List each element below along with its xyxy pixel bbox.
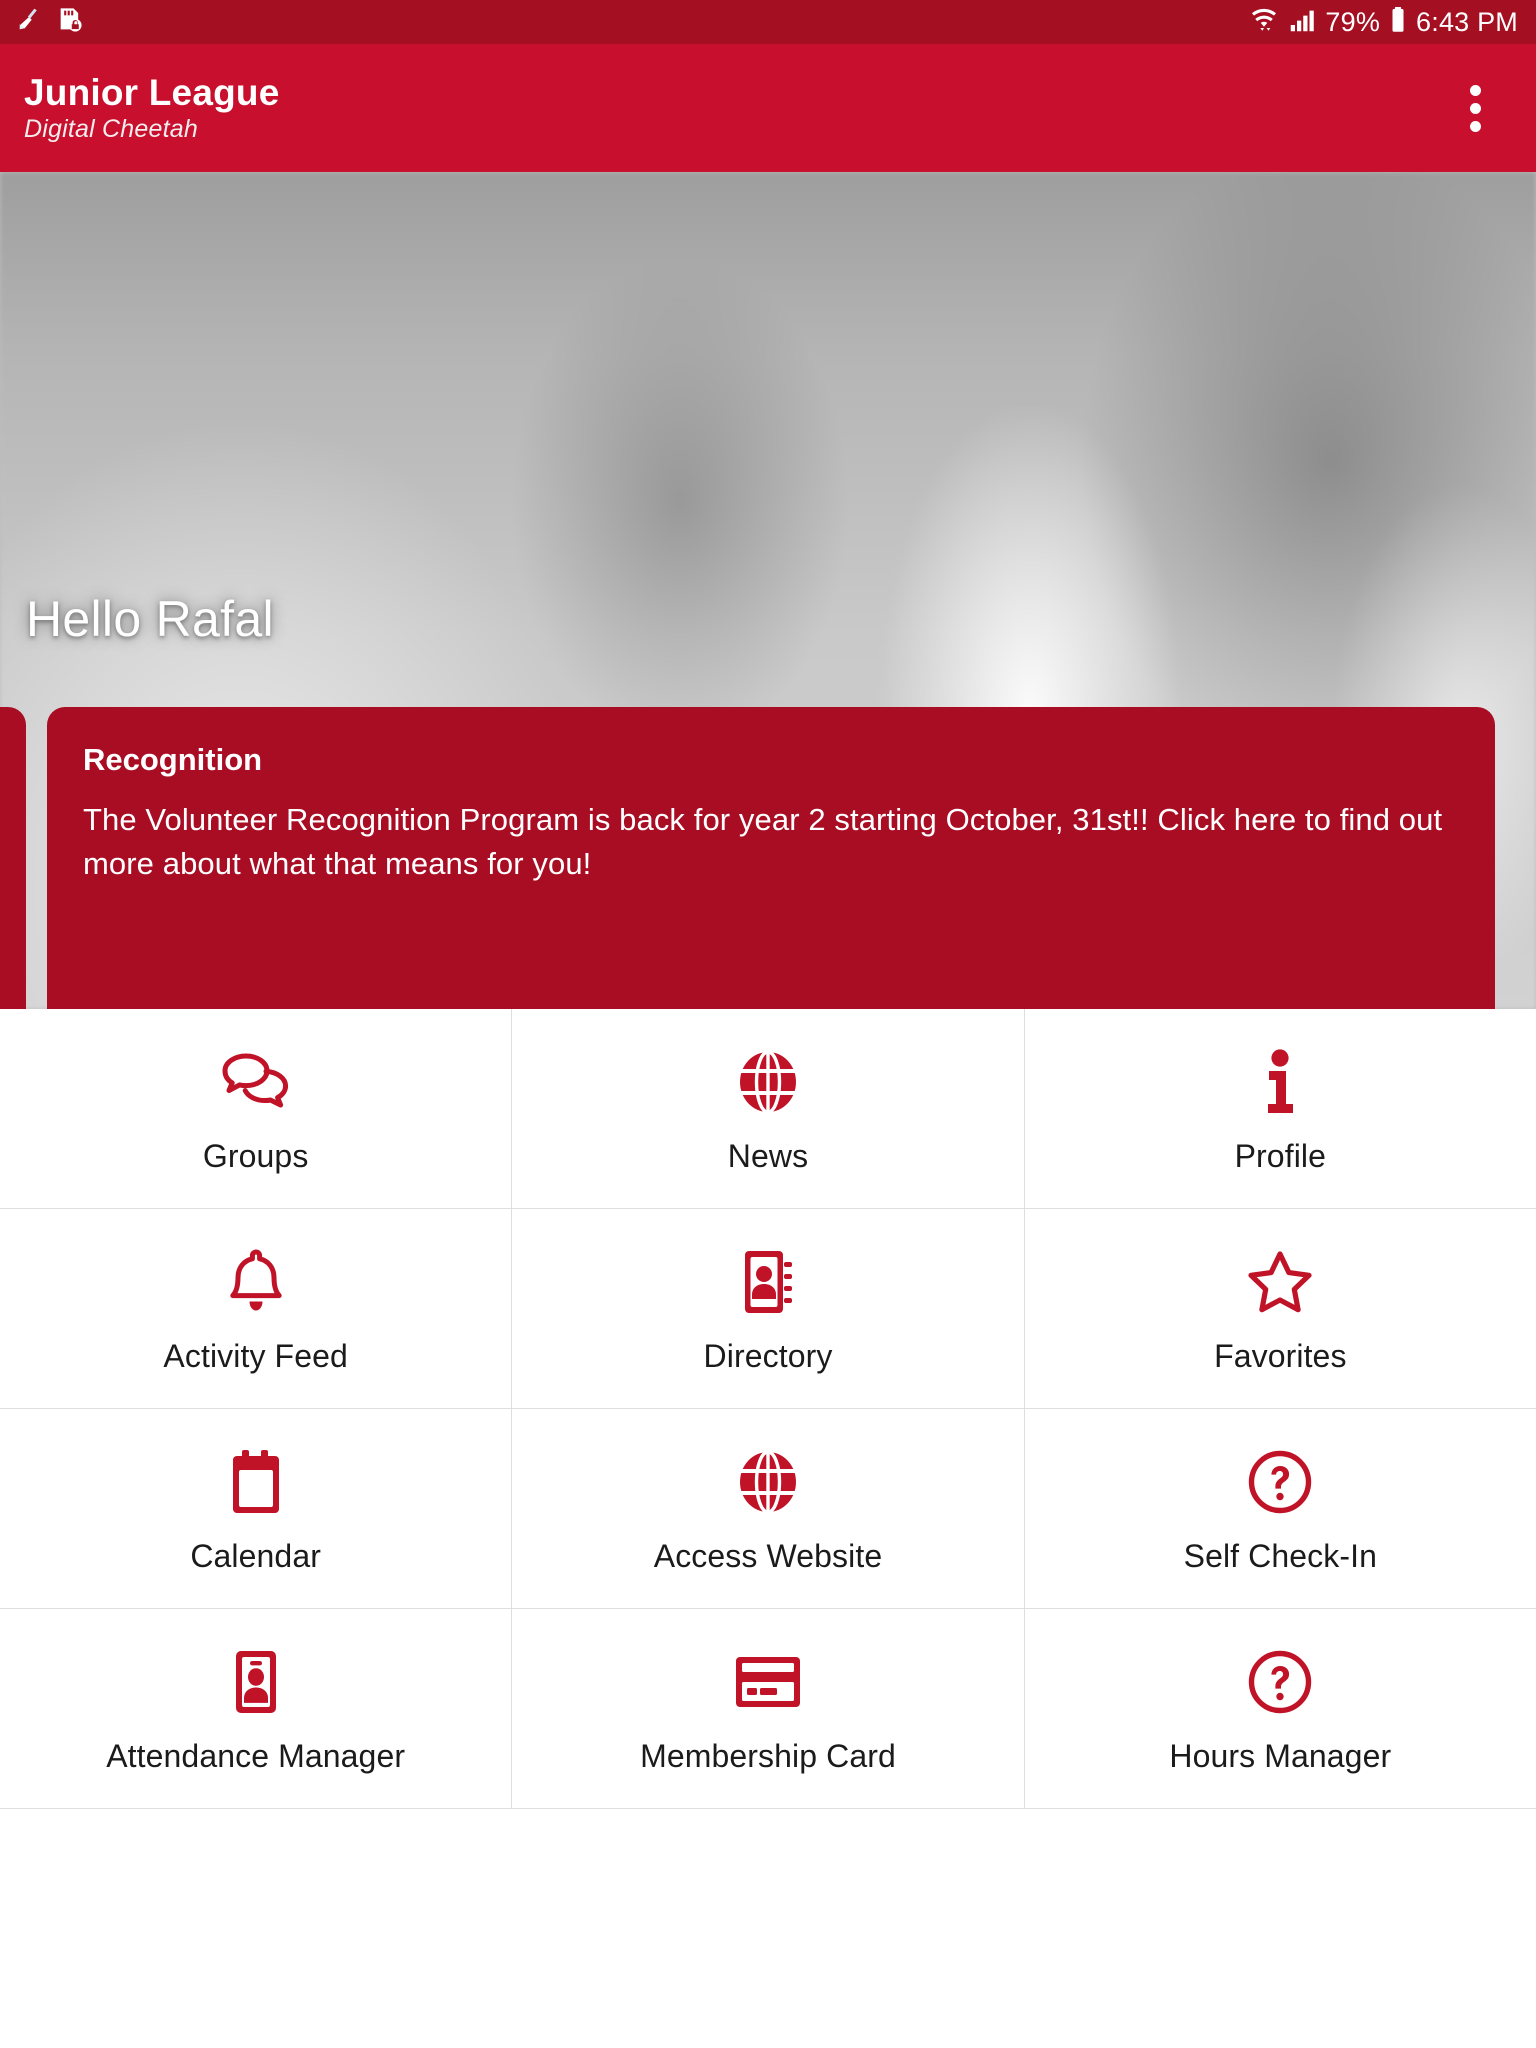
battery-percent-label: 79% bbox=[1325, 6, 1381, 37]
menu-item-directory[interactable]: Directory bbox=[512, 1209, 1025, 1408]
info-icon bbox=[1260, 1046, 1300, 1118]
menu-item-self-check-in[interactable]: Self Check-In bbox=[1024, 1409, 1536, 1608]
app-subtitle: Digital Cheetah bbox=[24, 115, 198, 144]
menu-item-label: Self Check-In bbox=[1183, 1537, 1378, 1574]
menu-item-label: Favorites bbox=[1214, 1337, 1347, 1374]
menu-item-favorites[interactable]: Favorites bbox=[1024, 1209, 1536, 1408]
menu-item-news[interactable]: News bbox=[512, 1009, 1025, 1208]
app-root: 79% 6:43 PM Junior League Digital Cheeta… bbox=[0, 0, 1536, 2048]
credit-card-icon bbox=[733, 1646, 803, 1718]
menu-item-calendar[interactable]: Calendar bbox=[0, 1409, 513, 1608]
status-bar: 79% 6:43 PM bbox=[0, 0, 1536, 44]
menu-item-label: Attendance Manager bbox=[106, 1737, 406, 1774]
bell-icon bbox=[227, 1246, 285, 1318]
wifi-icon bbox=[1249, 5, 1279, 40]
broom-cleaner-icon bbox=[14, 6, 42, 39]
overflow-dot bbox=[1469, 102, 1481, 114]
overflow-menu-icon[interactable] bbox=[1440, 63, 1510, 153]
secure-storage-lock-icon bbox=[56, 6, 84, 39]
menu-item-membership-card[interactable]: Membership Card bbox=[512, 1609, 1025, 1808]
menu-item-label: News bbox=[727, 1137, 809, 1174]
menu-row: Activity Feed Directory Favorites bbox=[0, 1209, 1536, 1409]
globe-icon bbox=[737, 1046, 799, 1118]
menu-item-label: Profile bbox=[1234, 1137, 1327, 1174]
app-bar-title-block: Junior League Digital Cheetah bbox=[24, 72, 279, 144]
menu-item-label: Hours Manager bbox=[1169, 1737, 1392, 1774]
overflow-dot bbox=[1469, 120, 1481, 132]
menu-item-label: Groups bbox=[202, 1137, 309, 1174]
menu-item-label: Activity Feed bbox=[163, 1337, 348, 1374]
globe-icon bbox=[737, 1446, 799, 1518]
menu-item-activity-feed[interactable]: Activity Feed bbox=[0, 1209, 513, 1408]
battery-icon bbox=[1388, 5, 1408, 40]
status-bar-system-icons: 79% 6:43 PM bbox=[1249, 5, 1518, 40]
question-circle-icon bbox=[1247, 1646, 1313, 1718]
menu-item-label: Membership Card bbox=[640, 1737, 896, 1774]
menu-grid: Groups News Profile Activity Feed Direct… bbox=[0, 1009, 1536, 2048]
announcement-body: The Volunteer Recognition Program is bac… bbox=[83, 802, 1443, 882]
menu-row: Calendar Access Website Self Check-In bbox=[0, 1409, 1536, 1609]
menu-item-profile[interactable]: Profile bbox=[1024, 1009, 1536, 1208]
menu-item-attendance-manager[interactable]: Attendance Manager bbox=[0, 1609, 513, 1808]
menu-item-label: Directory bbox=[703, 1337, 833, 1374]
address-book-icon bbox=[741, 1246, 795, 1318]
greeting-text: Hello Rafal bbox=[26, 591, 274, 647]
status-bar-notification-icons bbox=[14, 6, 84, 39]
menu-item-label: Access Website bbox=[653, 1537, 883, 1574]
empty-area bbox=[0, 1809, 1536, 2048]
app-bar: Junior League Digital Cheetah bbox=[0, 44, 1536, 172]
menu-row: Groups News Profile bbox=[0, 1009, 1536, 1209]
star-icon bbox=[1246, 1246, 1314, 1318]
hero-banner: Hello Rafal Recognition The Volunteer Re… bbox=[0, 172, 1536, 1009]
menu-item-hours-manager[interactable]: Hours Manager bbox=[1024, 1609, 1536, 1808]
announcement-card[interactable]: Recognition The Volunteer Recognition Pr… bbox=[47, 707, 1495, 1009]
carousel-previous-card-peek[interactable] bbox=[0, 707, 26, 1009]
chat-bubbles-icon bbox=[221, 1046, 291, 1118]
cellular-signal-icon bbox=[1287, 5, 1317, 40]
announcement-title: Recognition bbox=[83, 742, 263, 777]
app-title: Junior League bbox=[24, 71, 280, 113]
calendar-icon bbox=[228, 1446, 284, 1518]
overflow-dot bbox=[1469, 84, 1481, 96]
question-circle-icon bbox=[1247, 1446, 1313, 1518]
id-badge-icon bbox=[232, 1646, 280, 1718]
menu-row: Attendance Manager Membership Card Hours… bbox=[0, 1609, 1536, 1809]
clock-label: 6:43 PM bbox=[1416, 6, 1518, 37]
menu-item-label: Calendar bbox=[190, 1537, 321, 1574]
menu-item-access-website[interactable]: Access Website bbox=[512, 1409, 1025, 1608]
announcement-carousel[interactable]: Recognition The Volunteer Recognition Pr… bbox=[0, 707, 1536, 1009]
menu-item-groups[interactable]: Groups bbox=[0, 1009, 513, 1208]
